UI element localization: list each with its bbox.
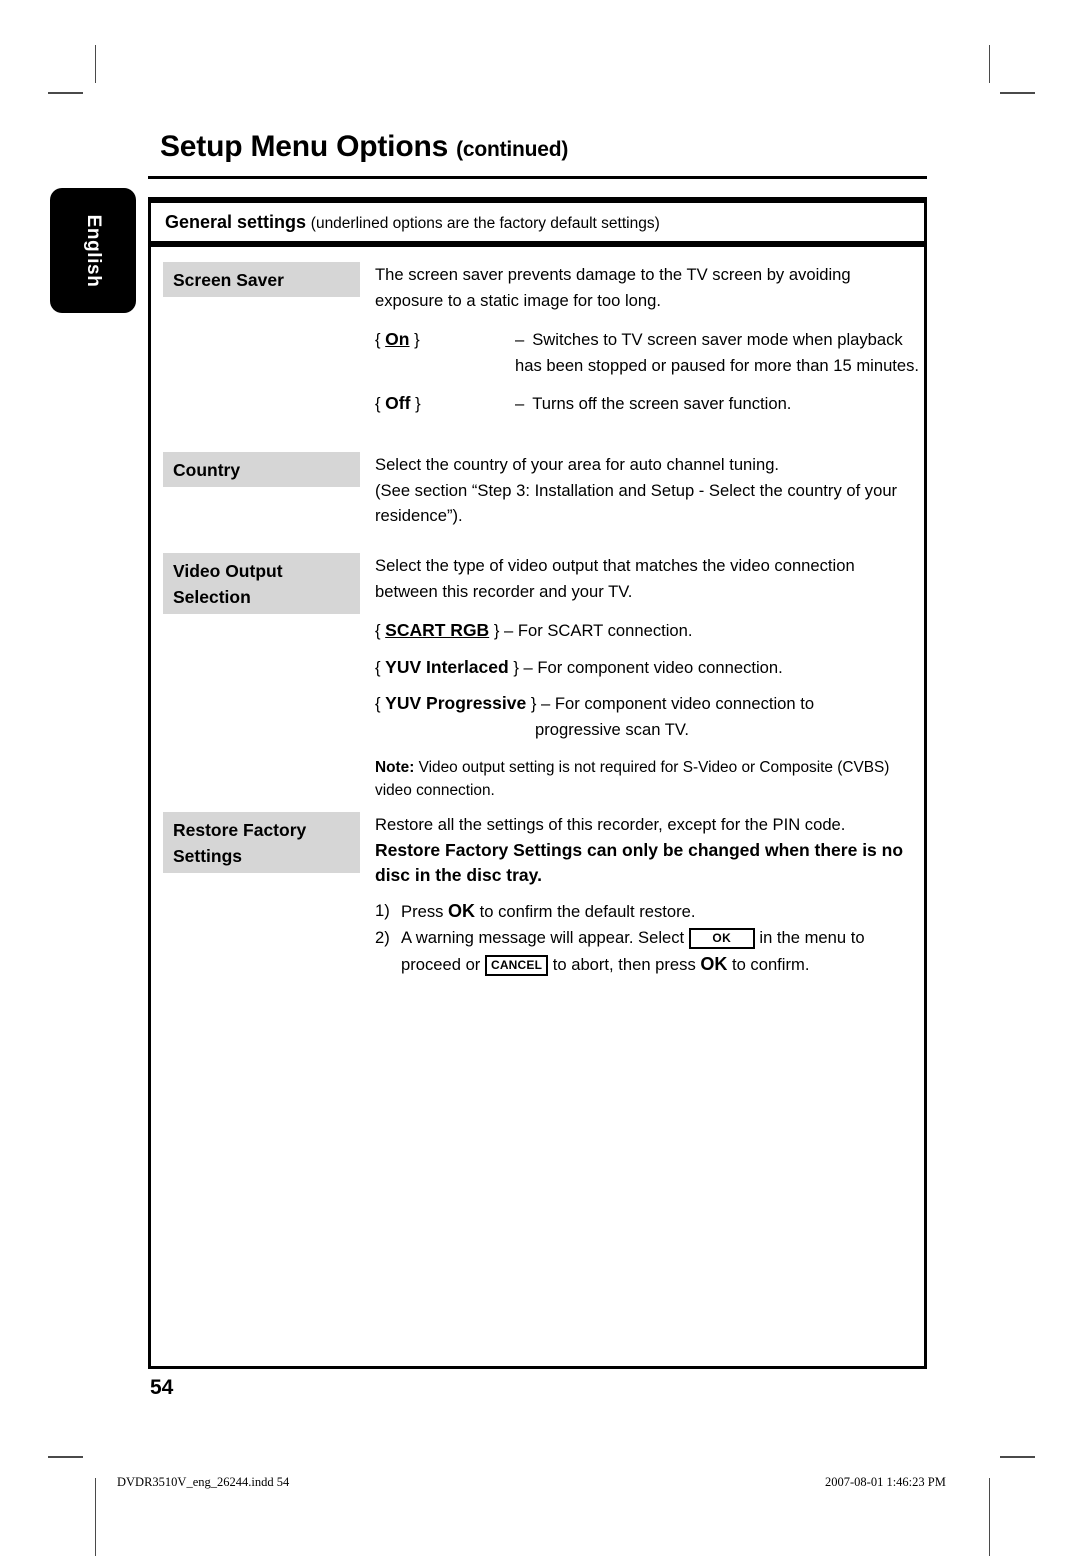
- setting-label-restore-factory: Restore Factory Settings: [163, 812, 360, 873]
- setting-label-line: Settings: [173, 846, 243, 866]
- option-scart-rgb-value: SCART RGB: [385, 620, 490, 640]
- country-text-2: (See section “Step 3: Installation and S…: [375, 480, 898, 526]
- restore-intro: Restore all the settings of this recorde…: [375, 815, 846, 834]
- step-marker: 2): [375, 927, 390, 947]
- page-title-continued: (continued): [456, 138, 569, 161]
- option-on-key: { On }: [375, 327, 515, 353]
- page-number: 54: [150, 1376, 174, 1399]
- setting-description-country: Select the country of your area for auto…: [375, 452, 920, 529]
- setting-label-video-output: Video Output Selection: [163, 553, 360, 614]
- setting-label-line: Restore Factory: [173, 820, 307, 840]
- brace-open: {: [375, 621, 381, 640]
- option-dash: –: [523, 657, 533, 677]
- step-text-part: to confirm the default restore.: [475, 901, 696, 921]
- crop-mark-bottom-right-horizontal: [1000, 1456, 1035, 1458]
- step-text-part: A warning message will appear. Select: [401, 927, 689, 947]
- note-label: Note:: [375, 759, 415, 776]
- key-ok-bold: OK: [448, 900, 476, 921]
- option-on-value: On: [385, 329, 410, 349]
- option-yuv-interlaced: { YUV Interlaced } – For component video…: [375, 655, 920, 681]
- setting-label-country: Country: [163, 452, 360, 487]
- brace-open: {: [375, 694, 381, 713]
- option-off-value: Off: [385, 393, 411, 413]
- setting-label-line: Country: [173, 460, 241, 480]
- option-yuv-progressive-text: For component video connection to: [554, 694, 815, 713]
- key-ok-bold: OK: [700, 953, 728, 974]
- footer-filename: DVDR3510V_eng_26244.indd 54: [117, 1475, 290, 1489]
- setting-label-line: Video Output: [173, 561, 283, 581]
- option-yuv-progressive-value: YUV Progressive: [385, 693, 527, 713]
- option-off-text: Turns off the screen saver function.: [532, 394, 792, 413]
- page-title: Setup Menu Options (continued): [160, 130, 568, 164]
- language-tab-label: English: [83, 214, 104, 287]
- option-scart-rgb: { SCART RGB } – For SCART connection.: [375, 618, 920, 644]
- option-dash: –: [541, 694, 551, 713]
- ok-button-graphic[interactable]: OK: [688, 927, 755, 949]
- option-yuv-interlaced-value: YUV Interlaced: [385, 656, 509, 677]
- brace-open: {: [375, 394, 381, 413]
- brace-close: }: [513, 657, 519, 677]
- crop-mark-bottom-right-vertical: [989, 1478, 990, 1556]
- option-dash: –: [515, 330, 525, 349]
- page-title-main: Setup Menu Options: [160, 130, 449, 163]
- video-output-intro: Select the type of video output that mat…: [375, 556, 855, 601]
- option-off-description: – Turns off the screen saver function.: [515, 391, 920, 417]
- brace-close: }: [493, 621, 500, 640]
- step-text-part: to abort, then press: [548, 954, 701, 974]
- setting-label-screen-saver: Screen Saver: [163, 262, 360, 297]
- step-marker: 1): [375, 900, 390, 920]
- restore-step-2: 2) A warning message will appear. Select…: [375, 925, 920, 978]
- footer-timestamp: 2007-08-01 1:46:23 PM: [825, 1475, 946, 1489]
- screen-saver-intro: The screen saver prevents damage to the …: [375, 265, 851, 310]
- note-text: Video output setting is not required for…: [375, 759, 890, 799]
- option-yuv-progressive-text-cont: progressive scan TV.: [535, 719, 690, 739]
- setting-description-restore-factory: Restore all the settings of this recorde…: [375, 812, 920, 978]
- cancel-button-graphic[interactable]: CANCEL: [484, 954, 549, 976]
- brace-open: {: [375, 330, 381, 349]
- setting-label-line: Screen Saver: [173, 270, 284, 290]
- crop-mark-top-right-horizontal: [1000, 92, 1035, 94]
- country-text-1: Select the country of your area for auto…: [375, 455, 780, 474]
- restore-step-1: 1) Press OK to confirm the default resto…: [375, 898, 920, 925]
- crop-mark-bottom-left-horizontal: [48, 1456, 83, 1458]
- option-off-key: { Off }: [375, 391, 515, 417]
- step-text-part: to confirm.: [727, 954, 810, 974]
- brace-open: {: [375, 657, 381, 677]
- setting-description-video-output: Select the type of video output that mat…: [375, 553, 920, 802]
- brace-close: }: [415, 394, 421, 413]
- crop-mark-top-right-vertical: [989, 45, 990, 83]
- restore-steps: 1) Press OK to confirm the default resto…: [375, 898, 920, 978]
- brace-close: }: [414, 330, 420, 349]
- video-output-note: Note: Video output setting is not requir…: [375, 756, 920, 802]
- step-text-part: Press: [401, 901, 449, 921]
- step-text: A warning message will appear. Select OK…: [401, 925, 920, 978]
- option-yuv-progressive: { YUV Progressive } – For component vide…: [375, 691, 920, 742]
- option-off: { Off } – Turns off the screen saver func…: [375, 391, 920, 417]
- step-text: Press OK to confirm the default restore.: [401, 898, 920, 925]
- crop-mark-top-left-horizontal: [48, 92, 83, 94]
- option-on: { On } – Switches to TV screen saver mode…: [375, 327, 920, 378]
- setting-label-line: Selection: [173, 587, 251, 607]
- restore-warning: Restore Factory Settings can only be cha…: [375, 839, 904, 886]
- option-dash: –: [515, 394, 525, 413]
- brace-close: }: [530, 694, 537, 713]
- crop-mark-top-left-vertical: [95, 45, 96, 83]
- option-on-description: – Switches to TV screen saver mode when p…: [515, 327, 920, 378]
- language-tab: English: [50, 188, 136, 313]
- option-yuv-interlaced-text: For component video connection.: [537, 657, 783, 677]
- setting-description-screen-saver: The screen saver prevents damage to the …: [375, 262, 920, 417]
- option-dash: –: [504, 621, 514, 640]
- option-on-text: Switches to TV screen saver mode when pl…: [515, 330, 920, 375]
- crop-mark-bottom-left-vertical: [95, 1478, 96, 1556]
- title-divider: [148, 176, 927, 179]
- option-scart-rgb-text: For SCART connection.: [517, 621, 693, 640]
